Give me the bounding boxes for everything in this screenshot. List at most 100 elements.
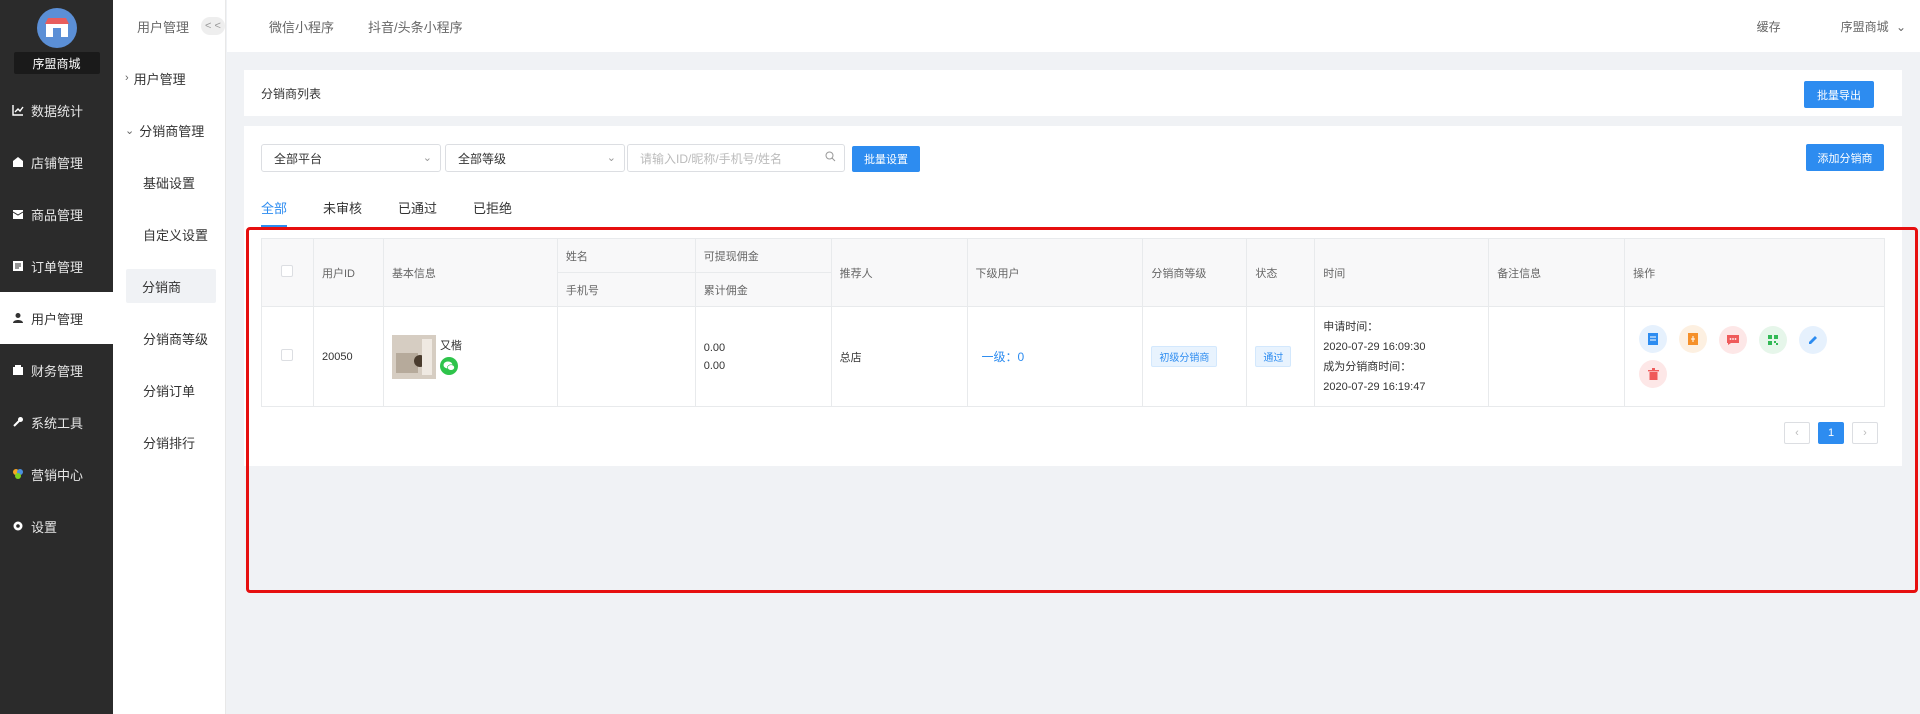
- sidebar-item-label: 财务管理: [31, 363, 84, 379]
- sub-sidebar: 用户管理 < < › 用户管理 ⌄ 分销商管理 基础设置 自定义设置 分销商 分销商…: [113, 0, 226, 714]
- avatar: [391, 334, 436, 379]
- tab-pending[interactable]: 未审核: [323, 198, 362, 227]
- col-name: 姓名: [556, 238, 696, 273]
- sidebar-item-label: 数据统计: [31, 103, 84, 119]
- gear-icon: [11, 519, 25, 533]
- subordinate-link[interactable]: 一级：0: [982, 350, 1025, 364]
- sidebar-item-tools[interactable]: 系统工具: [0, 396, 113, 448]
- time-cell: 申请时间： 2020-07-29 16:09:30 成为分销商时间： 2020-…: [1314, 306, 1490, 407]
- subside-item-orders[interactable]: 分销订单: [113, 364, 225, 416]
- batch-settings-button[interactable]: 批量设置: [852, 146, 920, 172]
- tab-approved[interactable]: 已通过: [398, 198, 437, 227]
- select-all-cell[interactable]: [261, 238, 314, 307]
- page-title: 分销商列表: [261, 86, 322, 101]
- tab-all[interactable]: 全部: [261, 198, 288, 227]
- cache-link[interactable]: 缓存: [1757, 18, 1781, 35]
- select-all-checkbox[interactable]: [281, 265, 294, 277]
- subside-item-ranking[interactable]: 分销排行: [113, 416, 225, 468]
- collapse-button[interactable]: < <: [201, 17, 225, 35]
- subordinate-cell: 一级：0: [966, 306, 1144, 407]
- apply-time: 2020-07-29 16:09:30: [1323, 340, 1426, 353]
- sidebar-item-user[interactable]: 用户管理: [0, 292, 113, 344]
- brand: 序盟商城: [0, 0, 113, 84]
- top-tab-wechat[interactable]: 微信小程序: [269, 17, 334, 36]
- subside-item-distributor[interactable]: 分销商: [113, 260, 225, 312]
- col-referrer: 推荐人: [830, 238, 968, 307]
- message-icon[interactable]: [1719, 326, 1748, 354]
- subgroup-user-management[interactable]: › 用户管理: [113, 52, 225, 104]
- subside-item-basic[interactable]: 基础设置: [113, 156, 225, 208]
- chevron-down-icon: ⌄: [606, 152, 616, 164]
- account-name: 序盟商城: [1840, 19, 1889, 34]
- commission-record-icon[interactable]: [1679, 325, 1708, 353]
- delete-icon[interactable]: [1639, 360, 1668, 388]
- store-icon: [11, 155, 25, 169]
- sidebar-item-settings[interactable]: 设置: [0, 500, 113, 552]
- sidebar-item-order[interactable]: 订单管理: [0, 240, 113, 292]
- referrer-cell: 总店: [830, 306, 968, 407]
- chart-line-icon: [11, 103, 25, 117]
- level-cell: 初级分销商: [1142, 306, 1248, 407]
- top-tab-douyin[interactable]: 抖音/头条小程序: [368, 17, 463, 36]
- subside-item-label: 分销商: [126, 269, 216, 303]
- search-input[interactable]: 请输入ID/昵称/手机号/姓名: [627, 144, 845, 172]
- edit-icon[interactable]: [1799, 326, 1828, 354]
- platform-select[interactable]: 全部平台 ⌄: [261, 144, 441, 172]
- withdrawable-value: 0.00: [703, 341, 726, 354]
- add-distributor-button[interactable]: 添加分销商: [1806, 144, 1884, 171]
- col-withdrawable: 可提现佣金: [694, 238, 832, 273]
- wrench-icon: [11, 415, 25, 429]
- sidebar-item-label: 商品管理: [31, 207, 84, 223]
- search-icon: [825, 151, 836, 165]
- account-menu[interactable]: 序盟商城 ⌄: [1811, 18, 1906, 35]
- distributor-list-card: 全部平台 ⌄ 全部等级 ⌄ 请输入ID/昵称/手机号/姓名 批量设置 添加分销商…: [244, 126, 1902, 466]
- sidebar-item-finance[interactable]: 财务管理: [0, 344, 113, 396]
- page-1-button[interactable]: 1: [1818, 422, 1844, 444]
- sidebar-item-store[interactable]: 店铺管理: [0, 136, 113, 188]
- wechat-icon: [439, 356, 458, 375]
- col-level: 分销商等级: [1142, 238, 1248, 307]
- qrcode-icon[interactable]: [1759, 326, 1788, 354]
- chevron-down-icon: ⌄: [422, 152, 432, 164]
- next-page-button[interactable]: ›: [1852, 422, 1878, 444]
- user-icon: [11, 311, 25, 325]
- distributor-table: 用户ID 基本信息 姓名 可提现佣金 推荐人 下级用户 分销商等级 状态 时间 …: [261, 238, 1885, 407]
- level-select[interactable]: 全部等级 ⌄: [445, 144, 625, 172]
- level-tag: 初级分销商: [1151, 346, 1218, 367]
- sidebar-item-stats[interactable]: 数据统计: [0, 84, 113, 136]
- commission-cell: 0.00 0.00: [694, 306, 832, 407]
- row-select-cell[interactable]: [261, 306, 314, 407]
- subgroup-label: 用户管理: [133, 71, 186, 87]
- pagination: ‹ 1 ›: [1776, 422, 1878, 444]
- subgroup-distributor-management[interactable]: ⌄ 分销商管理: [113, 104, 225, 156]
- order-icon: [11, 259, 25, 273]
- remark-cell: [1488, 306, 1626, 407]
- subside-item-custom[interactable]: 自定义设置: [113, 208, 225, 260]
- detail-icon[interactable]: [1639, 325, 1668, 353]
- tab-rejected[interactable]: 已拒绝: [473, 198, 512, 227]
- col-time: 时间: [1314, 238, 1490, 307]
- sidebar-item-label: 营销中心: [31, 467, 84, 483]
- sidebar-item-label: 系统工具: [31, 415, 84, 431]
- platform-select-value: 全部平台: [274, 151, 323, 166]
- user-id-cell: 20050: [312, 306, 384, 407]
- col-total: 累计佣金: [694, 272, 832, 307]
- ops-cell: [1624, 306, 1885, 407]
- subside-item-level[interactable]: 分销商等级: [113, 312, 225, 364]
- subgroup-label: 分销商管理: [139, 123, 205, 139]
- batch-export-button[interactable]: 批量导出: [1804, 81, 1874, 108]
- sidebar-item-goods[interactable]: 商品管理: [0, 188, 113, 240]
- prev-page-button[interactable]: ‹: [1784, 422, 1810, 444]
- chevron-down-icon: ⌄: [125, 124, 135, 137]
- list-header: 分销商列表 批量导出: [244, 70, 1902, 116]
- nickname: 又楷: [439, 339, 462, 352]
- chevron-down-icon: ⌄: [1895, 19, 1906, 34]
- main-sidebar: 序盟商城 数据统计 店铺管理 商品管理 订单管理 用户管理 财务管理 系统工具 …: [0, 0, 113, 714]
- row-checkbox[interactable]: [281, 349, 294, 361]
- col-status: 状态: [1246, 238, 1316, 307]
- sidebar-item-marketing[interactable]: 营销中心: [0, 448, 113, 500]
- col-phone: 手机号: [556, 272, 696, 307]
- top-bar: 微信小程序 抖音/头条小程序 缓存 序盟商城 ⌄: [227, 0, 1920, 52]
- subside-title: 用户管理: [137, 19, 190, 35]
- become-label: 成为分销商时间：: [1323, 360, 1412, 373]
